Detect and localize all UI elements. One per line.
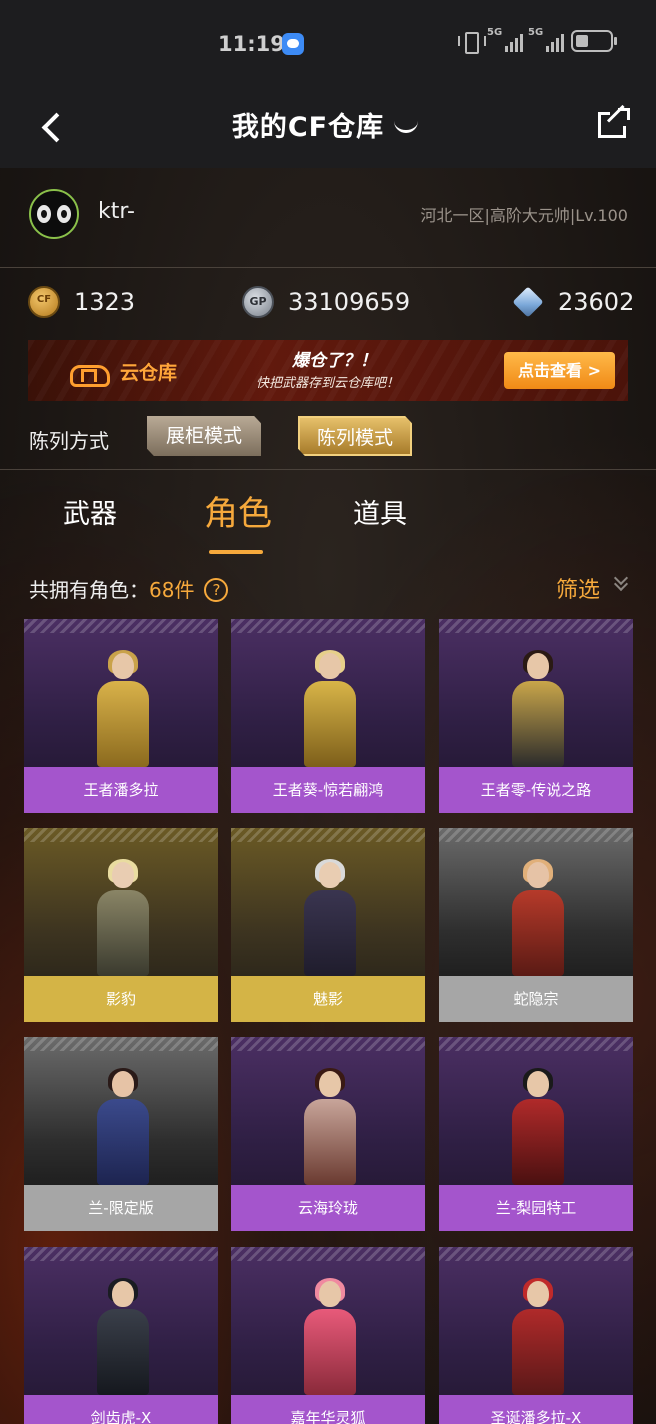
character-card[interactable]: 影豹 <box>24 828 218 1022</box>
character-figure <box>91 650 155 767</box>
profile-row: ktr- 河北一区|高阶大元帅|Lv.100 <box>0 168 656 268</box>
hide-eye-icon[interactable] <box>392 122 424 136</box>
status-time: 11:19 <box>218 32 285 56</box>
gp-points: 33109659 <box>242 286 410 318</box>
page-title: 我的CF仓库 <box>0 105 656 144</box>
character-name: 剑齿虎-X <box>24 1395 218 1424</box>
character-card[interactable]: 王者潘多拉 <box>24 619 218 813</box>
cloud-house-icon <box>70 357 110 387</box>
nav-bar: 我的CF仓库 <box>0 88 656 168</box>
battery-icon <box>571 30 617 52</box>
character-count: 共拥有角色：68件? <box>29 574 229 603</box>
character-figure <box>298 1278 362 1395</box>
character-portrait <box>24 1247 218 1395</box>
character-portrait <box>439 619 633 767</box>
showcase-mode-button[interactable]: 展柜模式 <box>147 416 261 456</box>
character-name: 嘉年华灵狐 <box>231 1395 425 1424</box>
divider <box>0 469 656 470</box>
character-portrait <box>439 828 633 976</box>
character-name: 圣诞潘多拉-X <box>439 1395 633 1424</box>
character-figure <box>298 1068 362 1185</box>
diamond-icon <box>512 286 544 318</box>
vibrate-icon <box>458 30 486 54</box>
character-figure <box>506 859 570 976</box>
diamond-points: 23602 <box>512 286 634 318</box>
character-figure <box>91 859 155 976</box>
character-card[interactable]: 兰-限定版 <box>24 1037 218 1231</box>
list-mode-button[interactable]: 陈列模式 <box>298 416 412 456</box>
character-name: 云海玲珑 <box>231 1185 425 1231</box>
character-figure <box>506 1278 570 1395</box>
share-icon[interactable] <box>596 104 632 142</box>
character-card[interactable]: 魅影 <box>231 828 425 1022</box>
cloud-storage-banner[interactable]: 云仓库 爆仓了？！ 快把武器存到云仓库吧！ 点击查看 > <box>28 340 628 401</box>
character-name: 蛇隐宗 <box>439 976 633 1022</box>
character-figure <box>91 1278 155 1395</box>
character-portrait <box>231 1247 425 1395</box>
character-figure <box>298 859 362 976</box>
signal-icon-2: 5G <box>528 27 564 52</box>
character-name: 兰-梨园特工 <box>439 1185 633 1231</box>
gp-coin-icon <box>242 286 274 318</box>
username: ktr- <box>98 199 135 224</box>
tab-roles[interactable]: 角色 <box>204 486 272 535</box>
filter-button[interactable]: 筛选 <box>556 572 600 604</box>
character-name: 王者零-传说之路 <box>439 767 633 813</box>
chevron-down-icon[interactable] <box>614 575 628 589</box>
server-rank-info: 河北一区|高阶大元帅|Lv.100 <box>420 206 628 225</box>
character-portrait <box>24 828 218 976</box>
character-name: 王者葵-惊若翩鸿 <box>231 767 425 813</box>
character-portrait <box>24 1037 218 1185</box>
character-figure <box>506 650 570 767</box>
character-name: 兰-限定版 <box>24 1185 218 1231</box>
character-card[interactable]: 蛇隐宗 <box>439 828 633 1022</box>
character-card[interactable]: 剑齿虎-X <box>24 1247 218 1424</box>
signal-icon: 5G <box>487 27 523 52</box>
status-bar: 11:19 5G 5G <box>0 0 656 88</box>
character-card[interactable]: 兰-梨园特工 <box>439 1037 633 1231</box>
banner-subtitle: 快把武器存到云仓库吧！ <box>256 376 400 391</box>
character-card[interactable]: 嘉年华灵狐 <box>231 1247 425 1424</box>
character-figure <box>506 1068 570 1185</box>
message-notification-icon <box>282 33 304 55</box>
active-tab-indicator <box>209 550 263 554</box>
currency-row: 1323 33109659 23602 <box>0 268 656 340</box>
character-name: 影豹 <box>24 976 218 1022</box>
character-portrait <box>24 619 218 767</box>
cf-points: 1323 <box>28 286 135 318</box>
character-portrait <box>231 619 425 767</box>
display-mode-label: 陈列方式 <box>29 429 109 453</box>
banner-title: 云仓库 <box>120 362 178 384</box>
character-card[interactable]: 圣诞潘多拉-X <box>439 1247 633 1424</box>
banner-slogan: 爆仓了？！ <box>292 351 377 371</box>
character-name: 魅影 <box>231 976 425 1022</box>
character-portrait <box>439 1037 633 1185</box>
view-button[interactable]: 点击查看 > <box>504 352 615 389</box>
character-card[interactable]: 云海玲珑 <box>231 1037 425 1231</box>
character-portrait <box>231 828 425 976</box>
status-indicators: 5G 5G <box>458 27 617 54</box>
tab-weapons[interactable]: 武器 <box>63 492 117 531</box>
character-card[interactable]: 王者零-传说之路 <box>439 619 633 813</box>
character-name: 王者潘多拉 <box>24 767 218 813</box>
character-card[interactable]: 王者葵-惊若翩鸿 <box>231 619 425 813</box>
character-figure <box>298 650 362 767</box>
avatar[interactable] <box>29 189 79 239</box>
cf-coin-icon <box>28 286 60 318</box>
help-icon[interactable]: ? <box>204 578 229 602</box>
character-portrait <box>439 1247 633 1395</box>
character-figure <box>91 1068 155 1185</box>
tab-items[interactable]: 道具 <box>353 492 407 531</box>
character-portrait <box>231 1037 425 1185</box>
